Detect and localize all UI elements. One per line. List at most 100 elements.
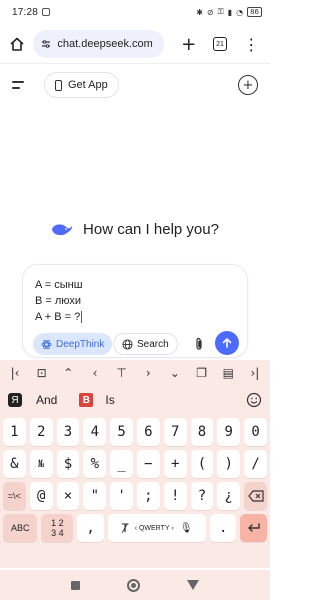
cursor-up-icon[interactable]: ⌃ xyxy=(59,364,77,382)
status-icons: ✱ ⊘ ⚿ ▮ ◔ 86 xyxy=(196,7,262,17)
input-line: A = сынш xyxy=(35,279,83,291)
space-key[interactable]: Ⱦ ‹ QWERTY › 🎙 xyxy=(107,514,206,542)
status-bar: 17:28 ✱ ⊘ ⚿ ▮ ◔ 86 xyxy=(0,0,270,24)
key[interactable]: 1 xyxy=(3,418,26,446)
enter-key[interactable] xyxy=(240,514,267,542)
tabs-button[interactable]: 21 xyxy=(207,31,232,57)
key[interactable]: 0 xyxy=(244,418,267,446)
copy-icon[interactable]: ❐ xyxy=(193,364,211,382)
mic-icon: 🎙 xyxy=(179,522,193,534)
deepthink-label: DeepThink xyxy=(56,338,105,350)
home-icon xyxy=(10,37,24,51)
key[interactable]: @ xyxy=(29,482,53,510)
key[interactable]: 4 xyxy=(83,418,107,446)
key[interactable]: 9 xyxy=(217,418,241,446)
numpad-key[interactable]: 1 23 4 xyxy=(41,514,74,542)
plus-icon: + xyxy=(242,77,254,93)
key[interactable]: ( xyxy=(190,450,214,478)
cursor-down-icon[interactable]: ⌄ xyxy=(166,364,184,382)
menu-icon[interactable] xyxy=(12,76,30,94)
key[interactable]: 8 xyxy=(190,418,214,446)
punctuation-row: =\< @ × " ' ; ! ? ¿ xyxy=(3,482,267,510)
number-row: 1 2 3 4 5 6 7 8 9 0 xyxy=(3,418,267,446)
system-nav-bar xyxy=(0,570,270,600)
status-time: 17:28 xyxy=(12,6,39,18)
key-rows: 1 2 3 4 5 6 7 8 9 0 & № $ % _ − + ( ) / … xyxy=(0,418,270,542)
key[interactable]: ) xyxy=(217,450,241,478)
notification-icon xyxy=(42,8,51,16)
cursor-left-icon[interactable]: ‹ xyxy=(86,364,104,382)
recents-button[interactable] xyxy=(71,580,81,590)
cursor-start-icon[interactable]: |‹ xyxy=(6,364,24,382)
more-button[interactable]: ⋮ xyxy=(239,31,264,57)
cursor-right-icon[interactable]: › xyxy=(139,364,157,382)
text-select-icon[interactable]: ⊤ xyxy=(113,364,131,382)
home-nav-button[interactable] xyxy=(126,578,140,592)
welcome-text: How can I help you? xyxy=(83,220,219,238)
get-app-label: Get App xyxy=(68,79,108,91)
attach-button[interactable] xyxy=(190,335,208,353)
key[interactable]: _ xyxy=(110,450,133,478)
key[interactable]: / xyxy=(244,450,267,478)
home-button[interactable] xyxy=(6,33,27,55)
divider xyxy=(0,63,270,64)
new-tab-button[interactable]: + xyxy=(176,31,201,57)
key[interactable]: № xyxy=(29,450,53,478)
key[interactable]: + xyxy=(163,450,187,478)
key[interactable]: ' xyxy=(110,482,133,510)
back-button[interactable] xyxy=(186,580,199,590)
key[interactable]: ? xyxy=(190,482,214,510)
key[interactable]: ¿ xyxy=(217,482,241,510)
cursor-icon: Ⱦ xyxy=(121,521,129,535)
message-input-card[interactable]: A = сынш B = люхи A + B = ? DeepThink Se… xyxy=(22,264,248,358)
key[interactable]: 5 xyxy=(110,418,133,446)
b-app-icon[interactable]: B xyxy=(79,393,94,407)
get-app-button[interactable]: Get App xyxy=(44,72,119,98)
key[interactable]: % xyxy=(83,450,107,478)
key[interactable]: " xyxy=(83,482,107,510)
emoji-icon[interactable] xyxy=(246,392,262,408)
key[interactable]: × xyxy=(56,482,80,510)
backspace-key[interactable] xyxy=(244,482,267,510)
more-symbols-key[interactable]: =\< xyxy=(3,482,26,510)
new-chat-button[interactable]: + xyxy=(238,75,258,95)
keyboard: |‹ ⊡ ⌃ ‹ ⊤ › ⌄ ❐ ▤ ›| Я And B Is 1 2 3 4… xyxy=(0,360,270,568)
deepthink-button[interactable]: DeepThink xyxy=(33,333,113,355)
mute-icon: ⊘ xyxy=(206,7,214,17)
app-header: Get App + xyxy=(0,70,270,100)
key[interactable]: & xyxy=(3,450,26,478)
suggestion-item[interactable]: And xyxy=(36,393,57,407)
key[interactable]: 2 xyxy=(29,418,53,446)
globe-icon xyxy=(122,338,133,350)
comma-key[interactable]: , xyxy=(77,514,104,542)
bottom-row: ABC 1 23 4 , Ⱦ ‹ QWERTY › 🎙 . xyxy=(3,514,267,542)
address-bar[interactable]: chat.deepseek.com xyxy=(33,30,165,58)
message-input[interactable]: A = сынш B = люхи A + B = ? xyxy=(35,277,83,325)
cursor-end-icon[interactable]: ›| xyxy=(246,364,264,382)
send-button[interactable] xyxy=(215,331,239,355)
key[interactable]: 7 xyxy=(163,418,187,446)
abc-key[interactable]: ABC xyxy=(3,514,38,542)
tabs-icon: 21 xyxy=(213,37,228,51)
suggestion-item[interactable]: Is xyxy=(105,393,114,407)
search-button[interactable]: Search xyxy=(113,333,178,355)
enter-icon xyxy=(248,523,260,532)
wifi-icon: ◔ xyxy=(236,7,244,17)
clipboard-icon[interactable]: ▤ xyxy=(219,364,237,382)
key[interactable]: 6 xyxy=(136,418,160,446)
key[interactable]: ! xyxy=(163,482,187,510)
search-label: Search xyxy=(137,338,169,350)
atom-icon xyxy=(41,339,52,349)
bluetooth-icon: ✱ xyxy=(196,7,203,17)
symbol-row: & № $ % _ − + ( ) / xyxy=(3,450,267,478)
site-settings-icon[interactable] xyxy=(41,39,51,49)
text-caret xyxy=(81,311,83,324)
yandex-logo-icon[interactable]: Я xyxy=(8,393,22,407)
select-all-icon[interactable]: ⊡ xyxy=(33,364,51,382)
period-key[interactable]: . xyxy=(209,514,237,542)
url-text: chat.deepseek.com xyxy=(57,38,153,50)
key[interactable]: − xyxy=(136,450,160,478)
key[interactable]: 3 xyxy=(56,418,80,446)
key[interactable]: $ xyxy=(56,450,80,478)
key[interactable]: ; xyxy=(136,482,160,510)
